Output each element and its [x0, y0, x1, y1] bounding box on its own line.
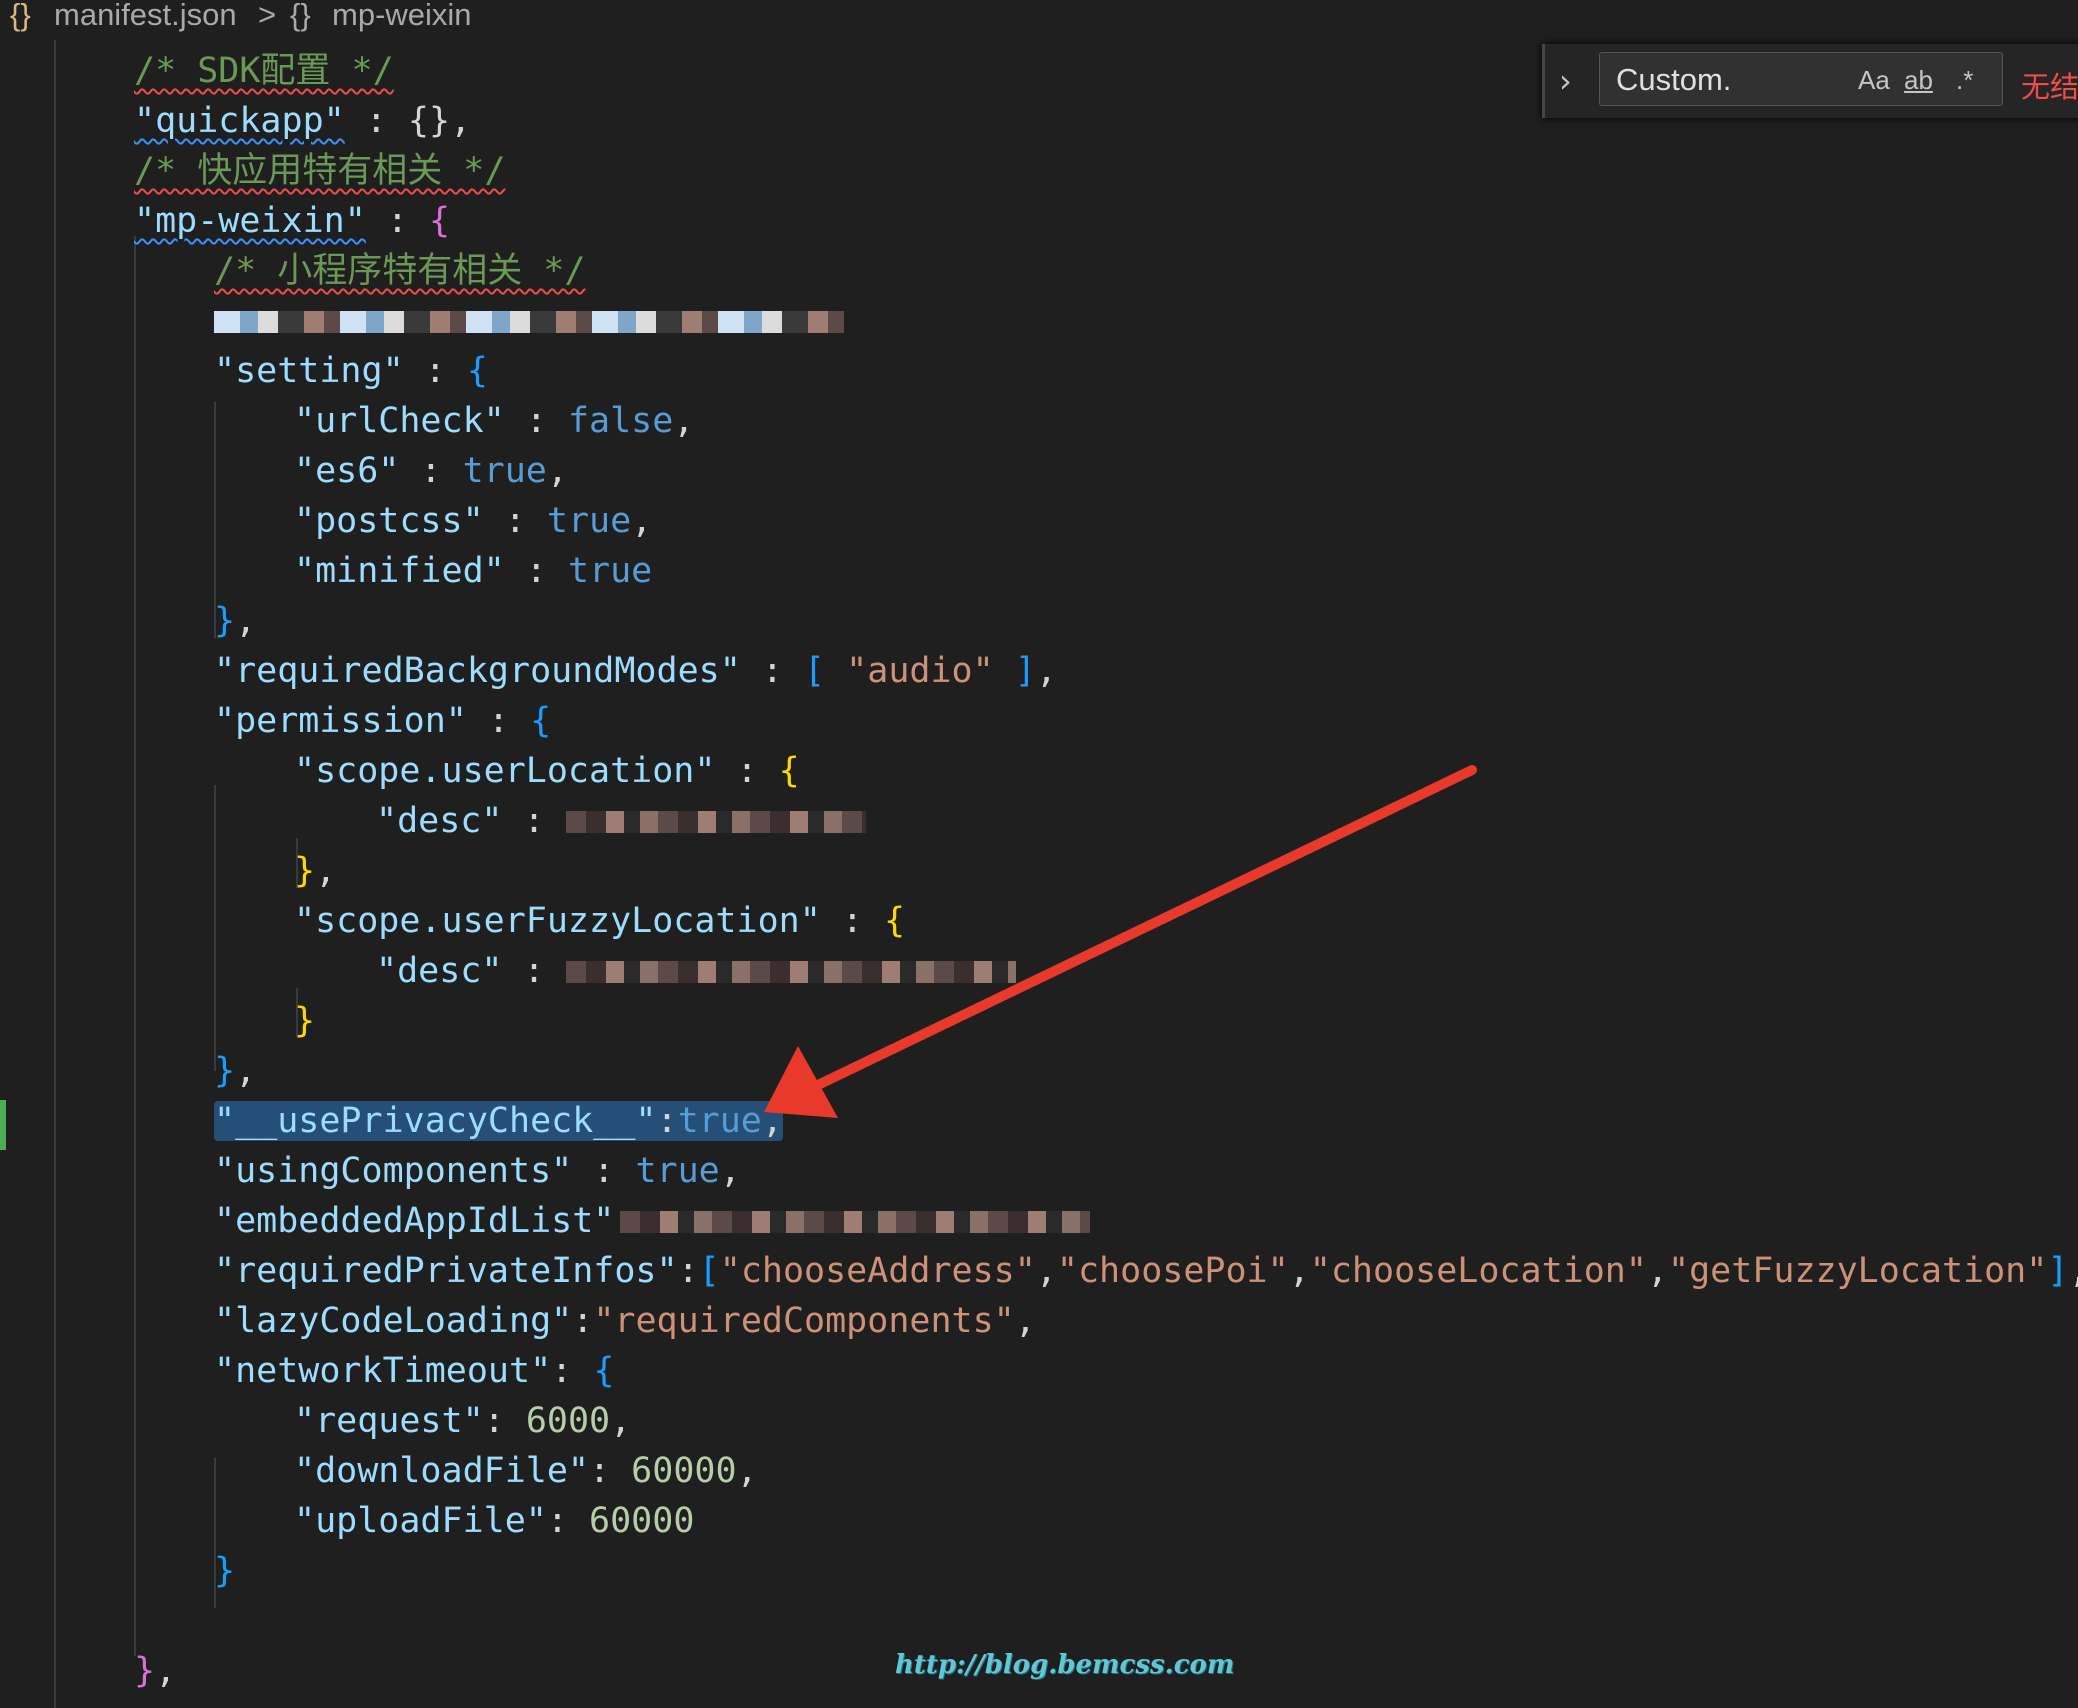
- annotation-arrow: [764, 765, 1477, 1118]
- watermark: http://blog.bemcss.com: [895, 1650, 1235, 1680]
